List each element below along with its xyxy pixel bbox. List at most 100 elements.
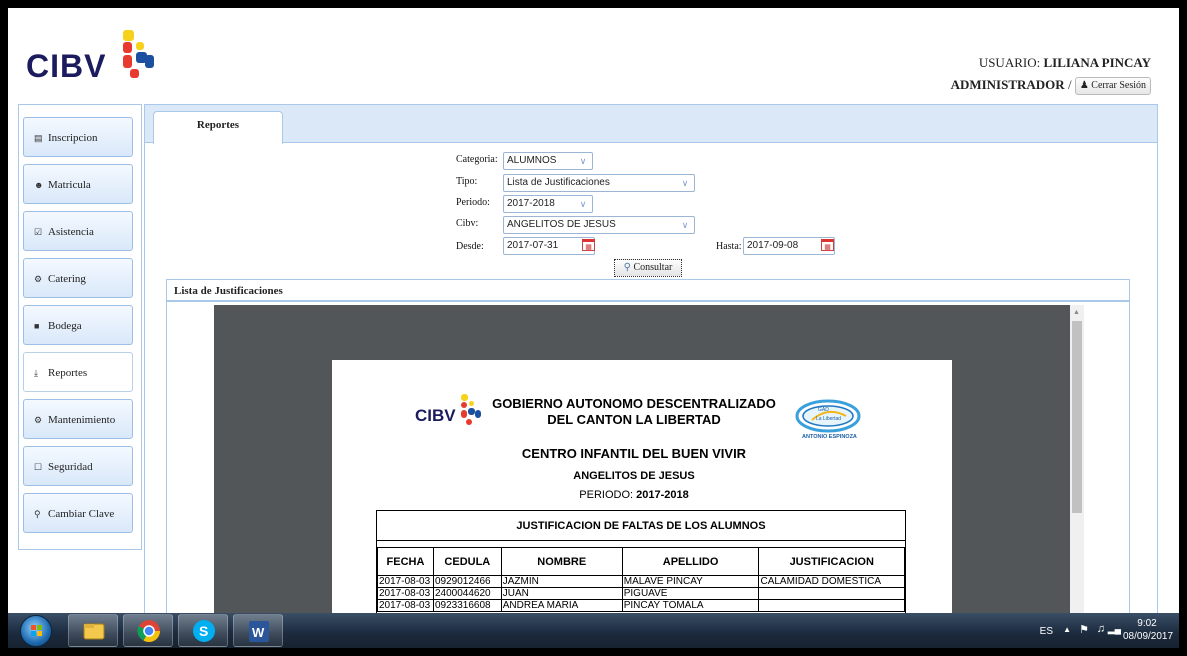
report-heading-3: CENTRO INFANTIL DEL BUEN VIVIR [521, 446, 747, 461]
consultar-label: Consultar [633, 262, 673, 273]
column-header-justificacion: JUSTIFICACION [758, 547, 905, 576]
calendar-icon[interactable]: ▦ [582, 239, 595, 251]
desde-label: Desde: [456, 241, 484, 252]
table-header-row: FECHA CEDULA NOMBRE APELLIDO JUSTIFICACI… [377, 547, 905, 576]
sidebar-item-catering[interactable]: ⚙ Catering [23, 258, 133, 298]
report-table-title: JUSTIFICACION DE FALTAS DE LOS ALUMNOS [377, 511, 905, 541]
sidebar-item-label: Cambiar Clave [48, 508, 115, 520]
sidebar-item-reportes[interactable]: ⤓ Reportes [23, 352, 133, 392]
cell-fecha: 2017-08-03 [377, 599, 434, 612]
network-signal-icon[interactable]: ▂▄ [1108, 624, 1121, 635]
logout-button[interactable]: ♟ Cerrar Sesión [1074, 77, 1151, 96]
user-name: LILIANA PINCAY [1043, 55, 1151, 70]
calendar-icon[interactable]: ▦ [821, 239, 834, 251]
cell-fecha: 2017-08-03 [377, 587, 434, 600]
chrome-icon[interactable] [123, 614, 173, 647]
tipo-value: Lista de Justificaciones [507, 177, 610, 188]
volume-icon[interactable]: ♫ [1097, 623, 1105, 635]
box-icon: ■ [34, 321, 40, 331]
table-row: 2017-08-03 0929012466 JAZMIN MALAVE PINC… [377, 575, 905, 588]
windows-taskbar: S W ES ▲ ⚑ ♫ ▂▄ 9:02 08/09/2017 [8, 613, 1179, 648]
cutlery-icon: ⚙ [34, 274, 43, 284]
sidebar-item-label: Asistencia [48, 226, 94, 238]
cell-nombre: JAZMIN [500, 575, 623, 588]
table-row: 2017-08-03 2400044620 JUAN PIGUAVE [377, 587, 905, 600]
tab-bar: Reportes [145, 105, 1157, 144]
cell-nombre: JUAN [500, 587, 623, 600]
skype-icon[interactable]: S [178, 614, 228, 647]
report-periodo-label: PERIODO: [579, 489, 634, 501]
show-hidden-icons-icon[interactable]: ▲ [1063, 625, 1071, 634]
sidebar-item-label: Seguridad [48, 461, 93, 473]
cell-nombre: ANDREA MARIA [500, 599, 623, 612]
sidebar-item-seguridad[interactable]: ☐ Seguridad [23, 446, 133, 486]
report-periodo: PERIODO: 2017-2018 [324, 489, 944, 501]
logo-text: CIBV [26, 48, 107, 84]
cibv-label: Cibv: [456, 218, 479, 229]
sidebar-item-label: Reportes [48, 367, 88, 379]
tipo-select[interactable]: Lista de Justificaciones ∨ [503, 174, 695, 192]
cell-apellido: PINCAY TOMALA [621, 599, 760, 612]
sidebar-item-bodega[interactable]: ■ Bodega [23, 305, 133, 345]
periodo-select[interactable]: 2017-2018 ∨ [503, 195, 593, 213]
clock[interactable]: 9:02 08/09/2017 [1123, 617, 1174, 643]
sidebar-item-asistencia[interactable]: ☑ Asistencia [23, 211, 133, 251]
viewer-scroll-thumb[interactable] [1072, 321, 1082, 513]
user-role: ADMINISTRADOR [950, 77, 1065, 92]
cell-cedula: 2400044620 [432, 587, 502, 600]
sidebar-item-label: Bodega [48, 320, 82, 332]
language-indicator[interactable]: ES [1040, 626, 1053, 637]
clock-date: 08/09/2017 [1123, 631, 1174, 642]
sidebar-item-cambiar-clave[interactable]: ⚲ Cambiar Clave [23, 493, 133, 533]
app-header: CIBV USUARIO: LILIANA PINCAY ADMINISTRAD… [8, 8, 1179, 104]
table-row: 2017-08-03 0923316608 ANDREA MARIA PINCA… [377, 599, 905, 612]
word-icon[interactable]: W [233, 614, 283, 647]
consultar-button[interactable]: ⚲ Consultar [614, 259, 682, 277]
categoria-value: ALUMNOS [507, 155, 557, 166]
cell-fecha: 2017-08-03 [377, 575, 434, 588]
column-header-nombre: NOMBRE [500, 547, 623, 576]
report-cibv-name: ANGELITOS DE JESUS [573, 470, 695, 482]
chevron-down-icon: ∨ [579, 156, 587, 166]
list-icon: ▤ [34, 133, 43, 143]
cibv-logo: CIBV [26, 22, 166, 92]
column-header-cedula: CEDULA [432, 547, 502, 576]
users-icon: ☻ [34, 180, 44, 190]
cibv-value: ANGELITOS DE JESUS [507, 219, 616, 230]
tipo-label: Tipo: [456, 176, 478, 187]
svg-text:W: W [252, 625, 265, 640]
svg-text:S: S [199, 623, 208, 639]
seal-text-top: GAD [818, 407, 829, 413]
cell-cedula: 0929012466 [432, 575, 502, 588]
hasta-value: 2017-09-08 [747, 240, 799, 251]
sidebar-item-matricula[interactable]: ☻ Matricula [23, 164, 133, 204]
sidebar-item-label: Catering [48, 273, 86, 285]
checkbox-icon: ☑ [34, 227, 43, 237]
cibv-select[interactable]: ANGELITOS DE JESUS ∨ [503, 216, 695, 234]
hasta-label: Hasta: [716, 241, 742, 252]
key-icon: ⚲ [34, 509, 41, 519]
tab-reportes[interactable]: Reportes [153, 111, 283, 144]
app-screen: CIBV USUARIO: LILIANA PINCAY ADMINISTRAD… [8, 8, 1179, 648]
start-button[interactable] [20, 615, 52, 647]
sidebar: ▤ Inscripcion ☻ Matricula ☑ Asistencia ⚙ Cat… [18, 104, 142, 550]
column-header-fecha: FECHA [377, 547, 434, 576]
search-icon: ⚲ [623, 262, 631, 273]
user-box: USUARIO: LILIANA PINCAY ADMINISTRADOR / … [951, 52, 1151, 96]
user-icon: ♟ [1079, 80, 1089, 92]
action-center-icon[interactable]: ⚑ [1079, 623, 1089, 636]
categoria-select[interactable]: ALUMNOS ∨ [503, 152, 593, 170]
sidebar-item-inscripcion[interactable]: ▤ Inscripcion [23, 117, 133, 157]
download-icon: ⤓ [34, 368, 38, 378]
windows-explorer-icon[interactable] [68, 614, 118, 647]
cell-cedula: 0923316608 [432, 599, 502, 612]
periodo-value: 2017-2018 [507, 198, 555, 209]
scroll-up-icon[interactable]: ▲ [1073, 308, 1080, 316]
sidebar-item-label: Matricula [48, 179, 91, 191]
clock-time: 9:02 [1137, 618, 1157, 629]
categoria-label: Categoria: [456, 154, 498, 165]
chevron-down-icon: ∨ [681, 178, 689, 188]
sidebar-item-mantenimiento[interactable]: ⚙ Mantenimiento [23, 399, 133, 439]
seal-text-bottom: ANTONIO ESPINOZA [802, 434, 857, 440]
seal-text-mid: La Libertad [816, 416, 841, 422]
